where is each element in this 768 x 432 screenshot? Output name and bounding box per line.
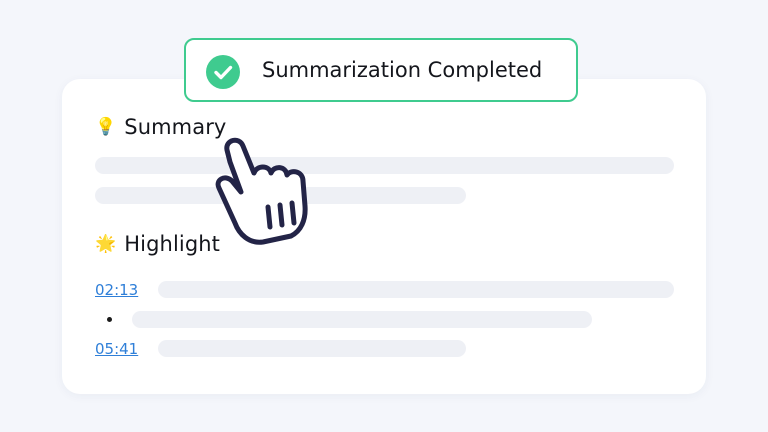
timestamp-link[interactable]: 05:41 <box>95 340 138 358</box>
highlight-skeleton-line <box>158 281 674 298</box>
glowing-star-icon: 🌟 <box>95 233 117 254</box>
highlight-skeleton-line <box>158 340 466 357</box>
summary-skeleton-line <box>95 157 674 174</box>
bullet-dot <box>107 317 112 322</box>
hand-pointer-icon <box>215 137 308 245</box>
lightbulb-icon: 💡 <box>95 116 117 137</box>
highlight-heading: 🌟 Highlight <box>95 232 220 256</box>
timestamp-link[interactable]: 02:13 <box>95 281 138 299</box>
highlight-skeleton-line <box>132 311 592 328</box>
toast-message: Summarization Completed <box>262 58 543 82</box>
success-toast: Summarization Completed <box>184 38 578 102</box>
check-circle-icon <box>206 55 240 89</box>
